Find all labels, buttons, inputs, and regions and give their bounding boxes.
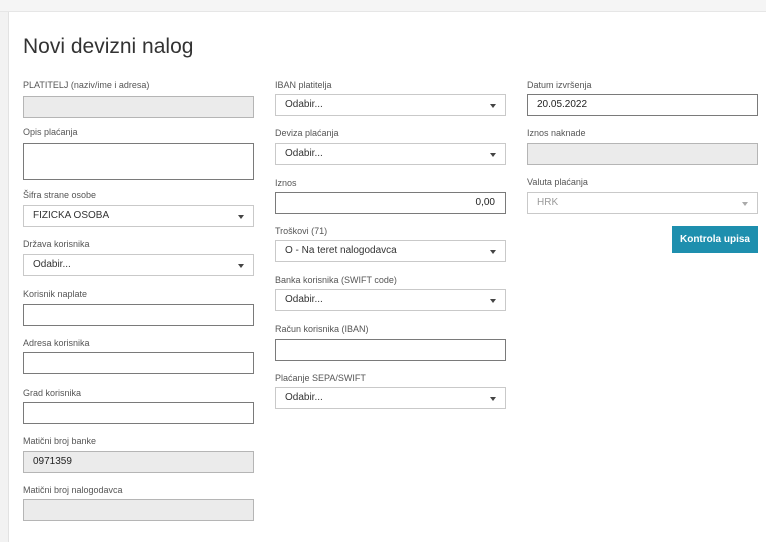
valuta-label: Valuta plaćanja xyxy=(527,177,588,187)
chevron-down-icon xyxy=(490,153,496,157)
korisnik-label: Korisnik naplate xyxy=(23,289,88,299)
troskovi-select-value: O - Na teret nalogodavca xyxy=(285,245,397,256)
platitelj-field[interactable] xyxy=(23,96,254,118)
datum-label: Datum izvršenja xyxy=(527,80,592,90)
naknada-field xyxy=(527,143,758,165)
naknada-label: Iznos naknade xyxy=(527,128,586,138)
iban-select-value: Odabir... xyxy=(285,99,323,110)
chevron-down-icon xyxy=(490,299,496,303)
drzava-select-value: Odabir... xyxy=(33,259,71,270)
banka-select[interactable]: Odabir... xyxy=(275,289,506,311)
iznos-field[interactable]: 0,00 xyxy=(275,192,506,214)
chevron-down-icon xyxy=(238,264,244,268)
iban-select[interactable]: Odabir... xyxy=(275,94,506,116)
placanje-label: Plaćanje SEPA/SWIFT xyxy=(275,373,366,383)
top-bar xyxy=(0,0,766,12)
page-title: Novi devizni nalog xyxy=(23,35,194,58)
sifra-label: Šifra strane osobe xyxy=(23,190,97,200)
mb-banke-label: Matični broj banke xyxy=(23,436,97,446)
valuta-select-value: HRK xyxy=(537,197,559,208)
adresa-field[interactable] xyxy=(23,352,254,374)
banka-select-value: Odabir... xyxy=(285,294,323,305)
troskovi-select[interactable]: O - Na teret nalogodavca xyxy=(275,240,506,262)
sifra-select-value: FIZICKA OSOBA xyxy=(33,210,110,221)
kontrola-upisa-button[interactable]: Kontrola upisa xyxy=(672,226,758,253)
chevron-down-icon xyxy=(490,397,496,401)
korisnik-field[interactable] xyxy=(23,304,254,326)
deviza-select-value: Odabir... xyxy=(285,148,323,159)
placanje-select-value: Odabir... xyxy=(285,392,323,403)
datum-field[interactable]: 20.05.2022 xyxy=(527,94,758,116)
adresa-label: Adresa korisnika xyxy=(23,338,90,348)
drzava-select[interactable]: Odabir... xyxy=(23,254,254,276)
opis-label: Opis plaćanja xyxy=(23,127,78,137)
troskovi-label: Troškovi (71) xyxy=(275,226,328,236)
grad-label: Grad korisnika xyxy=(23,388,82,398)
chevron-down-icon xyxy=(742,202,748,206)
mb-banke-field: 0971359 xyxy=(23,451,254,473)
valuta-select[interactable]: HRK xyxy=(527,192,758,214)
drzava-label: Država korisnika xyxy=(23,239,90,249)
chevron-down-icon xyxy=(238,215,244,219)
banka-label: Banka korisnika (SWIFT code) xyxy=(275,275,397,285)
deviza-label: Deviza plaćanja xyxy=(275,128,339,138)
racun-label: Račun korisnika (IBAN) xyxy=(275,324,369,334)
placanje-select[interactable]: Odabir... xyxy=(275,387,506,409)
chevron-down-icon xyxy=(490,250,496,254)
opis-field[interactable] xyxy=(23,143,254,180)
sifra-select[interactable]: FIZICKA OSOBA xyxy=(23,205,254,227)
deviza-select[interactable]: Odabir... xyxy=(275,143,506,165)
chevron-down-icon xyxy=(490,104,496,108)
grad-field[interactable] xyxy=(23,402,254,424)
mb-nalogodavca-field[interactable] xyxy=(23,499,254,521)
platitelj-label: PLATITELJ (naziv/ime i adresa) xyxy=(23,80,150,90)
racun-field[interactable] xyxy=(275,339,506,361)
iban-label: IBAN platitelja xyxy=(275,80,332,90)
iznos-label: Iznos xyxy=(275,178,297,188)
mb-nalogodavca-label: Matični broj nalogodavca xyxy=(23,485,123,495)
